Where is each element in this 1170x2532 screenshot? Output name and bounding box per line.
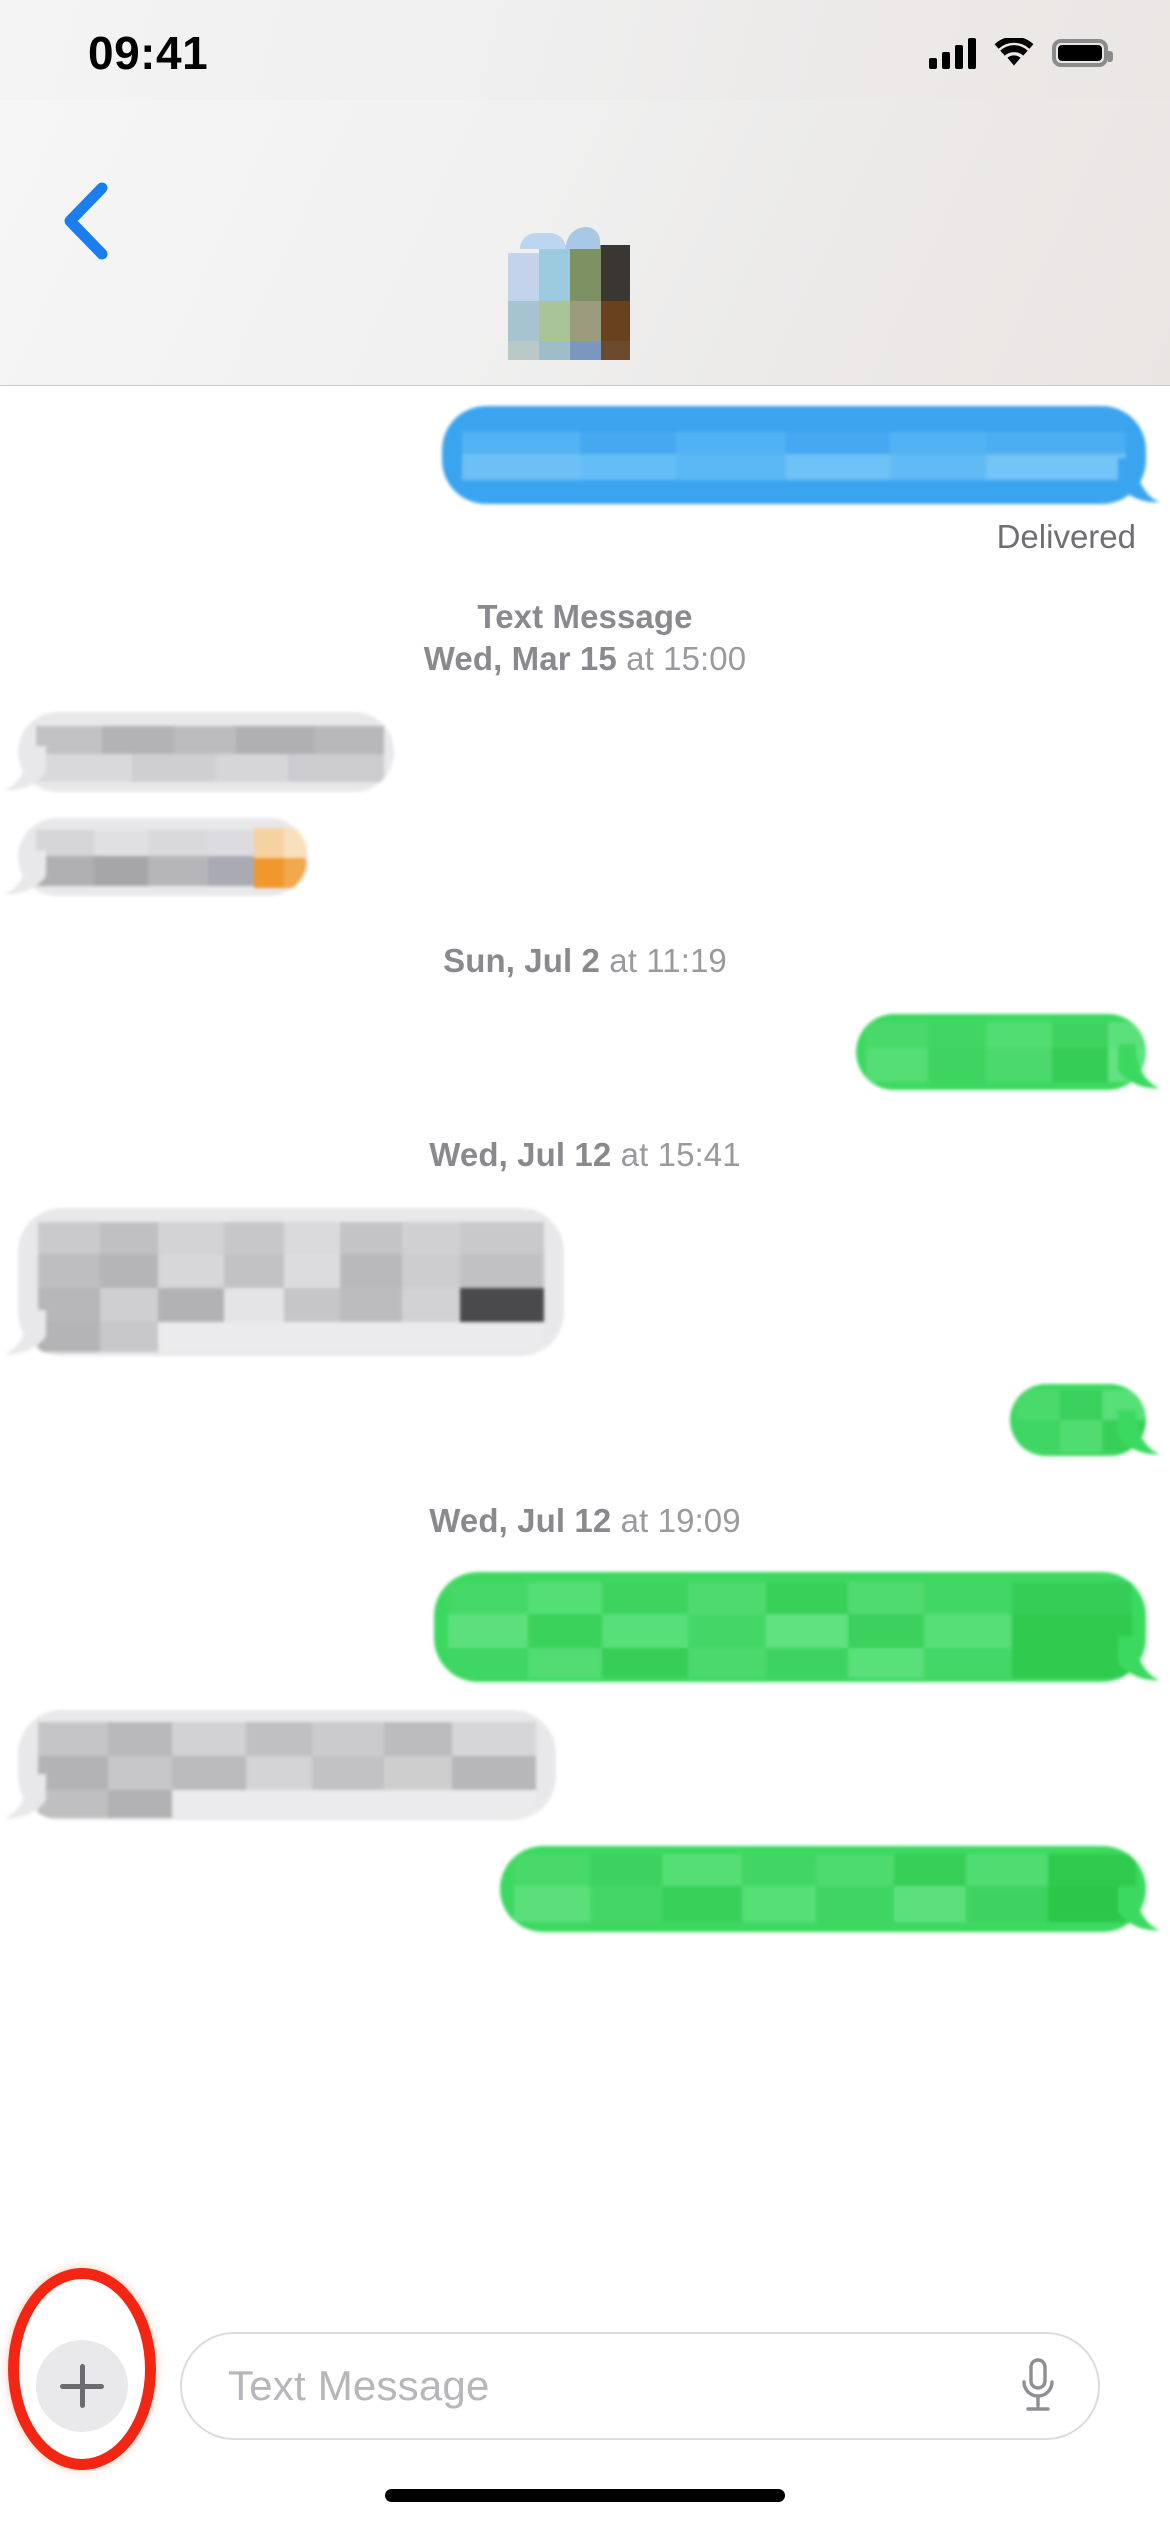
message-row <box>0 1846 1170 1932</box>
message-list[interactable]: Delivered Text Message Wed, Mar 15 at 15… <box>0 387 1170 2257</box>
chevron-left-icon <box>64 182 108 260</box>
timestamp-divider: Wed, Jul 12 at 15:41 <box>0 1134 1170 1176</box>
timestamp-divider: Wed, Jul 12 at 19:09 <box>0 1500 1170 1542</box>
message-bubble-incoming[interactable] <box>4 712 394 792</box>
bubble-tail-icon <box>4 1774 46 1819</box>
message-bubble-outgoing-sms[interactable] <box>500 1846 1160 1932</box>
bubble-tail-icon <box>1118 1410 1160 1455</box>
add-attachment-button[interactable] <box>36 2340 128 2432</box>
message-bubble-incoming[interactable] <box>4 1208 564 1356</box>
timestamp-time: at 15:41 <box>620 1136 741 1173</box>
status-bar-indicators <box>929 36 1113 69</box>
status-bar-clock: 09:41 <box>88 27 209 79</box>
message-row <box>0 818 1170 896</box>
home-indicator <box>385 2489 785 2502</box>
bubble-tail-icon <box>4 1310 46 1355</box>
message-row <box>0 1014 1170 1090</box>
bubble-tail-icon <box>1118 1636 1160 1681</box>
message-input-placeholder: Text Message <box>228 2362 490 2409</box>
timestamp-time: at 11:19 <box>609 942 727 979</box>
timestamp-date: Wed, Mar 15 <box>423 640 617 677</box>
messages-app-screen: 09:41 Delivered Text Message Wed, Mar 15… <box>0 0 1170 2532</box>
bubble-tail-icon <box>1118 458 1160 503</box>
message-input-bar: Text Message <box>0 2257 1170 2532</box>
bubble-tail-icon <box>4 850 46 895</box>
timestamp-label: Text Message <box>477 598 693 635</box>
microphone-icon[interactable] <box>1020 2358 1056 2414</box>
timestamp-date: Sun, Jul 2 <box>443 942 600 979</box>
status-bar: 09:41 <box>0 0 1170 100</box>
message-status-delivered: Delivered <box>996 518 1136 555</box>
timestamp-time: at 15:00 <box>626 640 747 677</box>
timestamp-date: Wed, Jul 12 <box>429 1502 612 1539</box>
message-bubble-outgoing-sms[interactable] <box>434 1572 1160 1682</box>
message-row <box>0 1710 1170 1820</box>
wifi-icon <box>994 36 1034 68</box>
bubble-tail-icon <box>1118 1044 1160 1089</box>
message-row <box>0 1384 1170 1456</box>
message-row <box>0 406 1170 504</box>
message-text-field[interactable]: Text Message <box>180 2332 1100 2440</box>
battery-icon <box>1052 39 1113 67</box>
bubble-tail-icon <box>4 746 46 791</box>
timestamp-date: Wed, Jul 12 <box>429 1136 612 1173</box>
timestamp-time: at 19:09 <box>620 1502 741 1539</box>
contact-avatar[interactable] <box>508 205 630 360</box>
bubble-tail-icon <box>1118 1886 1160 1931</box>
message-bubble-outgoing-imessage[interactable] <box>442 406 1160 504</box>
back-button[interactable] <box>42 178 128 264</box>
cellular-signal-icon <box>929 37 976 69</box>
message-bubble-incoming[interactable] <box>4 1710 556 1820</box>
conversation-header <box>0 100 1170 386</box>
timestamp-divider: Text Message Wed, Mar 15 at 15:00 <box>0 596 1170 680</box>
timestamp-divider: Sun, Jul 2 at 11:19 <box>0 940 1170 982</box>
message-bubble-outgoing-sms[interactable] <box>1010 1384 1160 1456</box>
message-bubble-incoming[interactable] <box>4 818 308 896</box>
message-row <box>0 1208 1170 1356</box>
message-row <box>0 1572 1170 1682</box>
message-bubble-outgoing-sms[interactable] <box>856 1014 1160 1090</box>
message-row <box>0 712 1170 792</box>
